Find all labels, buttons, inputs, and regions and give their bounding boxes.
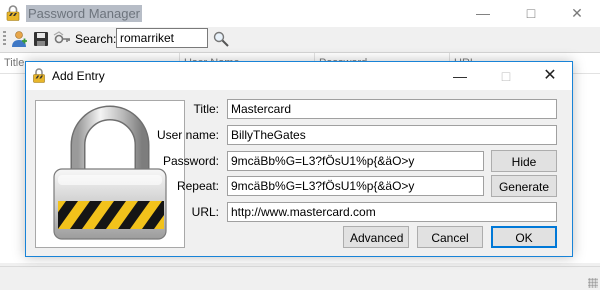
title-label: Title: xyxy=(193,102,219,116)
username-field[interactable] xyxy=(227,125,557,145)
dialog-minimize-button[interactable]: — xyxy=(438,62,482,90)
resize-grip[interactable] xyxy=(588,278,598,288)
url-label: URL: xyxy=(191,205,219,219)
title-field[interactable] xyxy=(227,99,557,119)
dialog-titlebar[interactable]: Add Entry — □ ✕ xyxy=(26,62,572,90)
repeat-field[interactable] xyxy=(227,176,484,196)
dialog-close-button[interactable]: ✕ xyxy=(528,62,572,90)
password-field[interactable] xyxy=(227,151,484,171)
username-label: User name: xyxy=(156,128,219,142)
save-icon[interactable] xyxy=(32,30,50,48)
search-input[interactable] xyxy=(116,28,208,48)
dialog-title: Add Entry xyxy=(52,69,105,83)
ok-button[interactable]: OK xyxy=(491,226,557,248)
advanced-button[interactable]: Advanced xyxy=(343,226,409,248)
lock-icon xyxy=(33,68,45,83)
url-field[interactable] xyxy=(227,202,557,222)
repeat-label: Repeat: xyxy=(176,179,219,193)
toolbar: Search: xyxy=(0,27,600,51)
search-label: Search: xyxy=(75,32,117,46)
padlock-image xyxy=(35,100,185,248)
maximize-button[interactable]: □ xyxy=(508,0,554,27)
cancel-button[interactable]: Cancel xyxy=(417,226,483,248)
add-entry-dialog: Add Entry — □ ✕ Title: Mastercard User n… xyxy=(25,61,573,257)
close-button[interactable]: ✕ xyxy=(554,0,600,27)
password-label: Password: xyxy=(162,154,219,168)
generate-button[interactable]: Generate xyxy=(491,175,557,197)
main-titlebar[interactable]: Password Manager — □ ✕ xyxy=(0,0,600,27)
minimize-button[interactable]: — xyxy=(460,0,506,27)
magnifier-icon[interactable] xyxy=(212,30,230,48)
dialog-maximize-button: □ xyxy=(501,68,511,84)
padlock-icon xyxy=(53,105,167,240)
hide-button[interactable]: Hide xyxy=(491,150,557,172)
lock-icon xyxy=(6,5,20,21)
window-title: Password Manager xyxy=(26,5,142,22)
user-add-icon[interactable] xyxy=(10,30,28,48)
toolbar-grip[interactable] xyxy=(3,31,6,47)
status-bar xyxy=(0,266,600,290)
keys-icon[interactable] xyxy=(53,30,71,48)
